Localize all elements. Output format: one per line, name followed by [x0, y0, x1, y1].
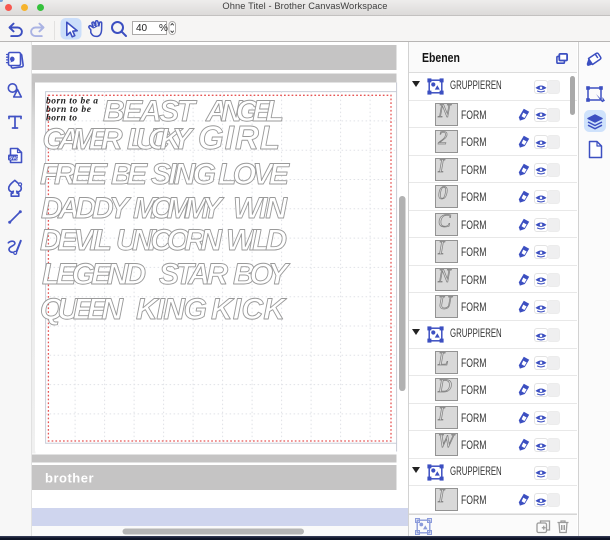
svg-text:LEGENDSTARBOY: LEGENDSTARBOY [42, 258, 291, 291]
svg-text:%: % [159, 23, 168, 34]
svg-text:brother: brother [45, 471, 94, 486]
svg-text:born to: born to [46, 114, 77, 124]
svg-text:GAMERLUCKYGIRL: GAMERLUCKYGIRL [43, 119, 281, 156]
svg-text:DEVILUNICORNWILD: DEVILUNICORNWILD [40, 224, 287, 257]
svg-text:SVG: SVG [9, 156, 19, 161]
svg-text:FREEBESINGLOVE: FREEBESINGLOVE [40, 158, 290, 191]
svg-text:40: 40 [136, 23, 148, 34]
svg-text:DADDYMOMMYWIN: DADDYMOMMYWIN [41, 192, 288, 225]
svg-text:QUEENKINGKICK: QUEENKINGKICK [40, 293, 287, 326]
